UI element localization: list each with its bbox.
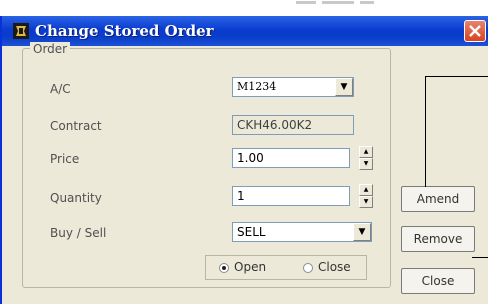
chevron-down-icon: ▼	[340, 82, 348, 92]
open-radio-label[interactable]: Open	[234, 260, 266, 274]
price-label: Price	[50, 152, 80, 166]
contract-field: CKH46.00K2	[232, 115, 354, 135]
close-x-icon	[469, 25, 481, 37]
open-radio[interactable]	[219, 263, 229, 273]
stepper-down-icon[interactable]: ▼	[359, 158, 373, 170]
buy-sell-label: Buy / Sell	[50, 226, 107, 240]
title-bar: Change Stored Order	[2, 16, 488, 46]
ac-dropdown-button[interactable]: ▼	[335, 78, 353, 96]
price-stepper[interactable]: ▲ ▼	[359, 146, 373, 170]
quantity-value: 1	[237, 189, 245, 203]
close-radio[interactable]	[303, 263, 313, 273]
ac-select-value: M1234	[237, 80, 277, 93]
buy-sell-dropdown-button[interactable]: ▼	[353, 223, 371, 241]
chevron-down-icon: ▼	[358, 227, 366, 237]
contract-label: Contract	[50, 119, 102, 133]
quantity-input[interactable]: 1	[232, 186, 350, 206]
buy-sell-select[interactable]: SELL	[232, 222, 372, 242]
close-button[interactable]: Close	[401, 268, 475, 294]
quantity-stepper[interactable]: ▲ ▼	[359, 184, 373, 208]
stepper-down-icon[interactable]: ▼	[359, 196, 373, 208]
ac-label: A/C	[50, 82, 71, 96]
stepper-up-icon[interactable]: ▲	[359, 146, 373, 158]
close-window-button[interactable]	[464, 20, 486, 42]
stepper-up-icon[interactable]: ▲	[359, 184, 373, 196]
ticket-app-icon	[13, 23, 29, 39]
page: Change Stored Order Order A/C M1234 ▼ Co…	[0, 0, 488, 304]
window-title: Change Stored Order	[35, 22, 214, 40]
remove-button[interactable]: Remove	[401, 226, 475, 252]
quantity-label: Quantity	[50, 191, 102, 205]
annotation-line-remove	[472, 257, 488, 258]
order-group-legend: Order	[30, 42, 71, 56]
amend-button[interactable]: Amend	[401, 186, 475, 212]
price-value: 1.00	[237, 151, 264, 165]
annotation-line-amend	[425, 76, 426, 187]
annotation-line-top	[425, 76, 488, 77]
price-input[interactable]: 1.00	[232, 148, 350, 168]
buy-sell-value: SELL	[237, 225, 266, 239]
cropped-text-fragment	[296, 1, 374, 4]
close-radio-label[interactable]: Close	[318, 260, 351, 274]
contract-value: CKH46.00K2	[237, 118, 313, 132]
